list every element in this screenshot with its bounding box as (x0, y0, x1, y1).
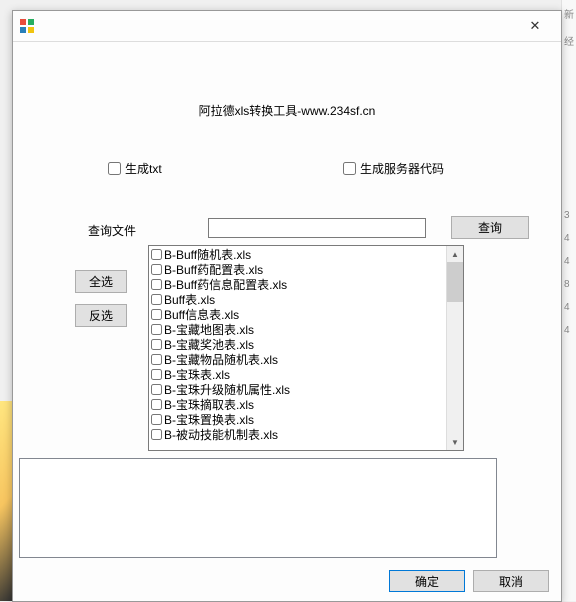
select-all-button[interactable]: 全选 (75, 270, 127, 293)
ok-button[interactable]: 确定 (389, 570, 465, 592)
dialog-title: 阿拉德xls转换工具-www.234sf.cn (13, 102, 561, 119)
checkbox-gen-txt-label: 生成txt (125, 160, 162, 177)
list-item[interactable]: B-Buff药信息配置表.xls (149, 277, 463, 292)
checkbox-gen-txt[interactable]: 生成txt (108, 160, 162, 177)
query-input[interactable] (208, 218, 426, 238)
scroll-thumb[interactable] (447, 262, 463, 302)
list-item[interactable]: B-宝藏物品随机表.xls (149, 352, 463, 367)
list-item-checkbox[interactable] (151, 309, 162, 320)
query-button[interactable]: 查询 (451, 216, 529, 239)
scroll-up-button[interactable]: ▲ (447, 246, 463, 262)
list-item-checkbox[interactable] (151, 249, 162, 260)
checkbox-gen-txt-input[interactable] (108, 162, 121, 175)
list-item[interactable]: B-宝藏地图表.xls (149, 322, 463, 337)
list-item-checkbox[interactable] (151, 339, 162, 350)
list-item[interactable]: B-宝珠置换表.xls (149, 412, 463, 427)
checkbox-gen-server-label: 生成服务器代码 (360, 160, 444, 177)
checkbox-gen-server-input[interactable] (343, 162, 356, 175)
list-item[interactable]: B-Buff药配置表.xls (149, 262, 463, 277)
list-item-checkbox[interactable] (151, 264, 162, 275)
file-listbox[interactable]: B-Buff随机表.xlsB-Buff药配置表.xlsB-Buff药信息配置表.… (148, 245, 464, 451)
list-item-checkbox[interactable] (151, 429, 162, 440)
list-item-checkbox[interactable] (151, 279, 162, 290)
list-item-checkbox[interactable] (151, 294, 162, 305)
log-textarea[interactable] (19, 458, 497, 558)
list-item[interactable]: B-宝珠表.xls (149, 367, 463, 382)
cancel-button[interactable]: 取消 (473, 570, 549, 592)
scrollbar[interactable]: ▲ ▼ (446, 246, 463, 450)
list-item-checkbox[interactable] (151, 324, 162, 335)
list-item[interactable]: B-宝珠升级随机属性.xls (149, 382, 463, 397)
list-item-checkbox[interactable] (151, 414, 162, 425)
list-item-checkbox[interactable] (151, 384, 162, 395)
app-icon (19, 18, 35, 34)
dialog-window: ✕ 阿拉德xls转换工具-www.234sf.cn 生成txt 生成服务器代码 … (12, 10, 562, 602)
list-item[interactable]: Buff信息表.xls (149, 307, 463, 322)
list-item-checkbox[interactable] (151, 399, 162, 410)
background-decoration (0, 401, 12, 601)
list-item[interactable]: B-宝藏奖池表.xls (149, 337, 463, 352)
list-item-label: B-被动技能机制表.xls (164, 426, 278, 443)
invert-selection-button[interactable]: 反选 (75, 304, 127, 327)
dialog-footer: 确定 取消 (13, 561, 561, 601)
list-item-checkbox[interactable] (151, 369, 162, 380)
close-button[interactable]: ✕ (513, 12, 557, 40)
query-label: 查询文件 (88, 222, 136, 239)
list-item[interactable]: Buff表.xls (149, 292, 463, 307)
list-item[interactable]: B-被动技能机制表.xls (149, 427, 463, 442)
background-sidebar: 新 经 3 4 4 8 4 4 (561, 0, 576, 601)
list-item-checkbox[interactable] (151, 354, 162, 365)
list-item[interactable]: B-宝珠摘取表.xls (149, 397, 463, 412)
checkbox-gen-server[interactable]: 生成服务器代码 (343, 160, 444, 177)
scroll-down-button[interactable]: ▼ (447, 434, 463, 450)
titlebar: ✕ (13, 11, 561, 42)
list-item[interactable]: B-Buff随机表.xls (149, 247, 463, 262)
